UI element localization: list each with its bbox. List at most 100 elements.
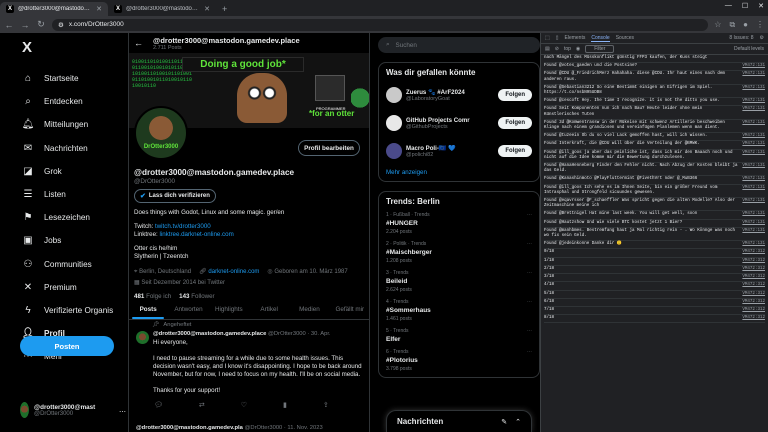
nav-item-explore[interactable]: ⌕ Entdecken <box>22 90 128 113</box>
eye-icon[interactable]: ◉ <box>576 46 580 52</box>
console-source-link[interactable]: VM472:312 <box>742 316 765 321</box>
sidebar-toggle-icon[interactable]: ▤ <box>545 46 550 52</box>
trend-item[interactable]: 4 · Trends ⋯ #Sommerhaus 1.461 posts <box>386 299 532 322</box>
console-source-link[interactable]: VM472:131 <box>742 72 765 82</box>
close-tab-icon[interactable]: ✕ <box>96 5 102 13</box>
filter-input[interactable]: Filter <box>585 45 615 53</box>
nav-item-messages[interactable]: ✉ Nachrichten <box>22 137 128 160</box>
compose-message-icon[interactable]: ✎ <box>501 418 507 426</box>
reply-icon[interactable]: 💬︎ <box>154 401 163 409</box>
get-verified-button[interactable]: ✔ Lass dich verifizieren <box>134 189 216 203</box>
tab-replies[interactable]: Antworten <box>168 300 208 319</box>
console-source-link[interactable]: VM472:131 <box>742 64 765 69</box>
console-source-link[interactable]: VM472:131 <box>742 242 765 247</box>
console-source-link[interactable]: VM472:131 <box>742 164 765 174</box>
x-logo-icon[interactable]: X <box>22 39 128 57</box>
gear-icon[interactable]: ⚙ <box>760 35 764 41</box>
console-source-link[interactable]: VM472:312 <box>742 250 765 255</box>
trend-item[interactable]: 3 · Trends ⋯ Beileid 2.624 posts <box>386 270 532 293</box>
console-source-link[interactable]: VM472:131 <box>742 121 765 131</box>
more-dots-icon[interactable]: ⋯ <box>527 299 532 305</box>
next-tweet-header[interactable]: @drotter3000@mastodon.gamedev.pla @DrOtt… <box>136 425 366 431</box>
website-link[interactable]: darknet-online.com <box>208 269 259 275</box>
post-button[interactable]: Posten <box>20 336 114 356</box>
followers-link[interactable]: 143 Follower <box>179 293 214 300</box>
tweet-author[interactable]: @drotter3000@mastodon.gamedev.pla <box>136 425 243 431</box>
console-source-link[interactable]: VM472:131 <box>742 134 765 139</box>
log-levels-select[interactable]: Default levels <box>734 46 764 52</box>
twitch-link[interactable]: twitch.tv/drotter3000 <box>155 223 211 230</box>
console-source-link[interactable]: VM472:131 <box>742 99 765 104</box>
console-source-link[interactable]: VM472:312 <box>742 300 765 305</box>
nav-item-premium[interactable]: ✕ Premium <box>22 276 128 299</box>
device-icon[interactable]: ▯ <box>556 35 559 41</box>
follow-button[interactable]: Folgen <box>498 145 532 157</box>
retweet-icon[interactable]: ⇄ <box>199 401 205 409</box>
console-source-link[interactable]: VM472:131 <box>742 86 765 96</box>
console-source-link[interactable]: VM472:131 <box>742 212 765 217</box>
close-window-icon[interactable]: ✕ <box>758 2 764 10</box>
follow-button[interactable]: Folgen <box>498 89 532 101</box>
console-source-link[interactable]: VM472:312 <box>742 283 765 288</box>
tab-highlights[interactable]: Highlights <box>209 300 249 319</box>
nav-item-jobs[interactable]: ▣ Jobs <box>22 229 128 252</box>
tab-articles[interactable]: Artikel <box>249 300 289 319</box>
trend-item[interactable]: 2 · Politik · Trends ⋯ #Maischberger 1.208 … <box>386 241 532 264</box>
close-tab-icon[interactable]: ✕ <box>204 5 210 13</box>
more-dots-icon[interactable]: ⋯ <box>527 241 532 247</box>
console-source-link[interactable]: VM472:312 <box>742 292 765 297</box>
console-source-link[interactable]: VM472:131 <box>742 142 765 147</box>
tab-console[interactable]: Console <box>591 35 610 42</box>
more-dots-icon[interactable]: ⋯ <box>527 349 532 355</box>
like-icon[interactable]: ♡ <box>241 401 247 409</box>
more-dots-icon[interactable]: ⋯ <box>119 408 126 416</box>
nav-item-verified-orgs[interactable]: ϟ Verifizierte Organis <box>22 299 128 322</box>
more-dots-icon[interactable]: ⋯ <box>527 328 532 334</box>
nav-item-lists[interactable]: ☰ Listen <box>22 183 128 206</box>
search-input[interactable]: ⌕ Suchen <box>378 37 540 53</box>
console-source-link[interactable]: VM472:312 <box>742 308 765 313</box>
chevron-up-icon[interactable]: ⌃ <box>515 418 521 426</box>
trend-item[interactable]: 6 · Trends ⋯ #Plotorius 3.798 posts <box>386 349 532 372</box>
nav-item-notifications[interactable]: 🔔︎ Mitteilungen <box>22 113 128 136</box>
minimize-icon[interactable]: — <box>725 2 732 10</box>
console-source-link[interactable]: VM472:131 <box>742 107 765 117</box>
profile-icon[interactable]: ● <box>743 20 748 30</box>
maximize-icon[interactable]: ☐ <box>742 2 748 10</box>
nav-item-home[interactable]: ⌂ Startseite <box>22 67 128 90</box>
console-source-link[interactable]: VM472:312 <box>742 275 765 280</box>
suggestion-item[interactable]: Macro Poli‑🇪🇺 💙 @polichi82 Folgen <box>386 137 532 165</box>
reload-icon[interactable]: ↻ <box>36 19 46 30</box>
profile-avatar[interactable]: DrOtter3000 <box>134 106 188 160</box>
extensions-icon[interactable]: ⧉ <box>729 20 735 30</box>
console-source-link[interactable]: VM472:131 <box>742 229 765 239</box>
account-switcher[interactable]: @drotter3000@mast @DrOtter3000 ⋯ <box>20 402 126 418</box>
nav-item-grok[interactable]: ◪ Grok <box>22 160 128 183</box>
share-icon[interactable]: ⇪ <box>323 401 329 409</box>
menu-kebab-icon[interactable]: ⋮ <box>756 20 764 30</box>
linktree-link[interactable]: linktree.darknet-online.com <box>159 231 233 238</box>
more-dots-icon[interactable]: ⋯ <box>527 212 532 218</box>
tab-likes[interactable]: Gefällt mir <box>330 300 370 319</box>
back-arrow-icon[interactable]: ← <box>134 38 143 48</box>
tab-media[interactable]: Medien <box>289 300 329 319</box>
star-icon[interactable]: ☆ <box>714 20 721 30</box>
console-source-link[interactable]: VM472:131 <box>742 177 765 182</box>
edit-profile-button[interactable]: Profil bearbeiten <box>298 140 360 156</box>
browser-tab-active[interactable]: X @drotter3000@mastodon.gamedev.place ✕ <box>0 2 108 16</box>
trend-item[interactable]: 1 · Fußball · Trends ⋯ #HUNGER 2.204 posts <box>386 212 532 235</box>
tab-elements[interactable]: Elements <box>565 35 586 41</box>
clear-console-icon[interactable]: ⊘ <box>555 46 559 52</box>
suggestion-item[interactable]: GitHub Projects Comr @GithubProjects Folg… <box>386 109 532 137</box>
nav-item-bookmarks[interactable]: ⚑ Lesezeichen <box>22 206 128 229</box>
site-info-icon[interactable]: ⚙ <box>58 21 64 29</box>
console-source-link[interactable]: VM472:312 <box>742 267 765 272</box>
console-source-link[interactable]: VM472:131 <box>742 199 765 209</box>
avatar[interactable] <box>136 331 149 344</box>
inspect-icon[interactable]: ⬚ <box>545 35 550 41</box>
nav-item-communities[interactable]: ⚇ Communities <box>22 253 128 276</box>
views-icon[interactable]: ▮ <box>283 401 287 409</box>
messages-drawer[interactable]: Nachrichten ✎ ⌃ <box>386 410 532 432</box>
trend-item[interactable]: 5 · Trends ⋯ Elfer <box>386 328 532 343</box>
console-source-link[interactable]: VM472:312 <box>742 259 765 264</box>
